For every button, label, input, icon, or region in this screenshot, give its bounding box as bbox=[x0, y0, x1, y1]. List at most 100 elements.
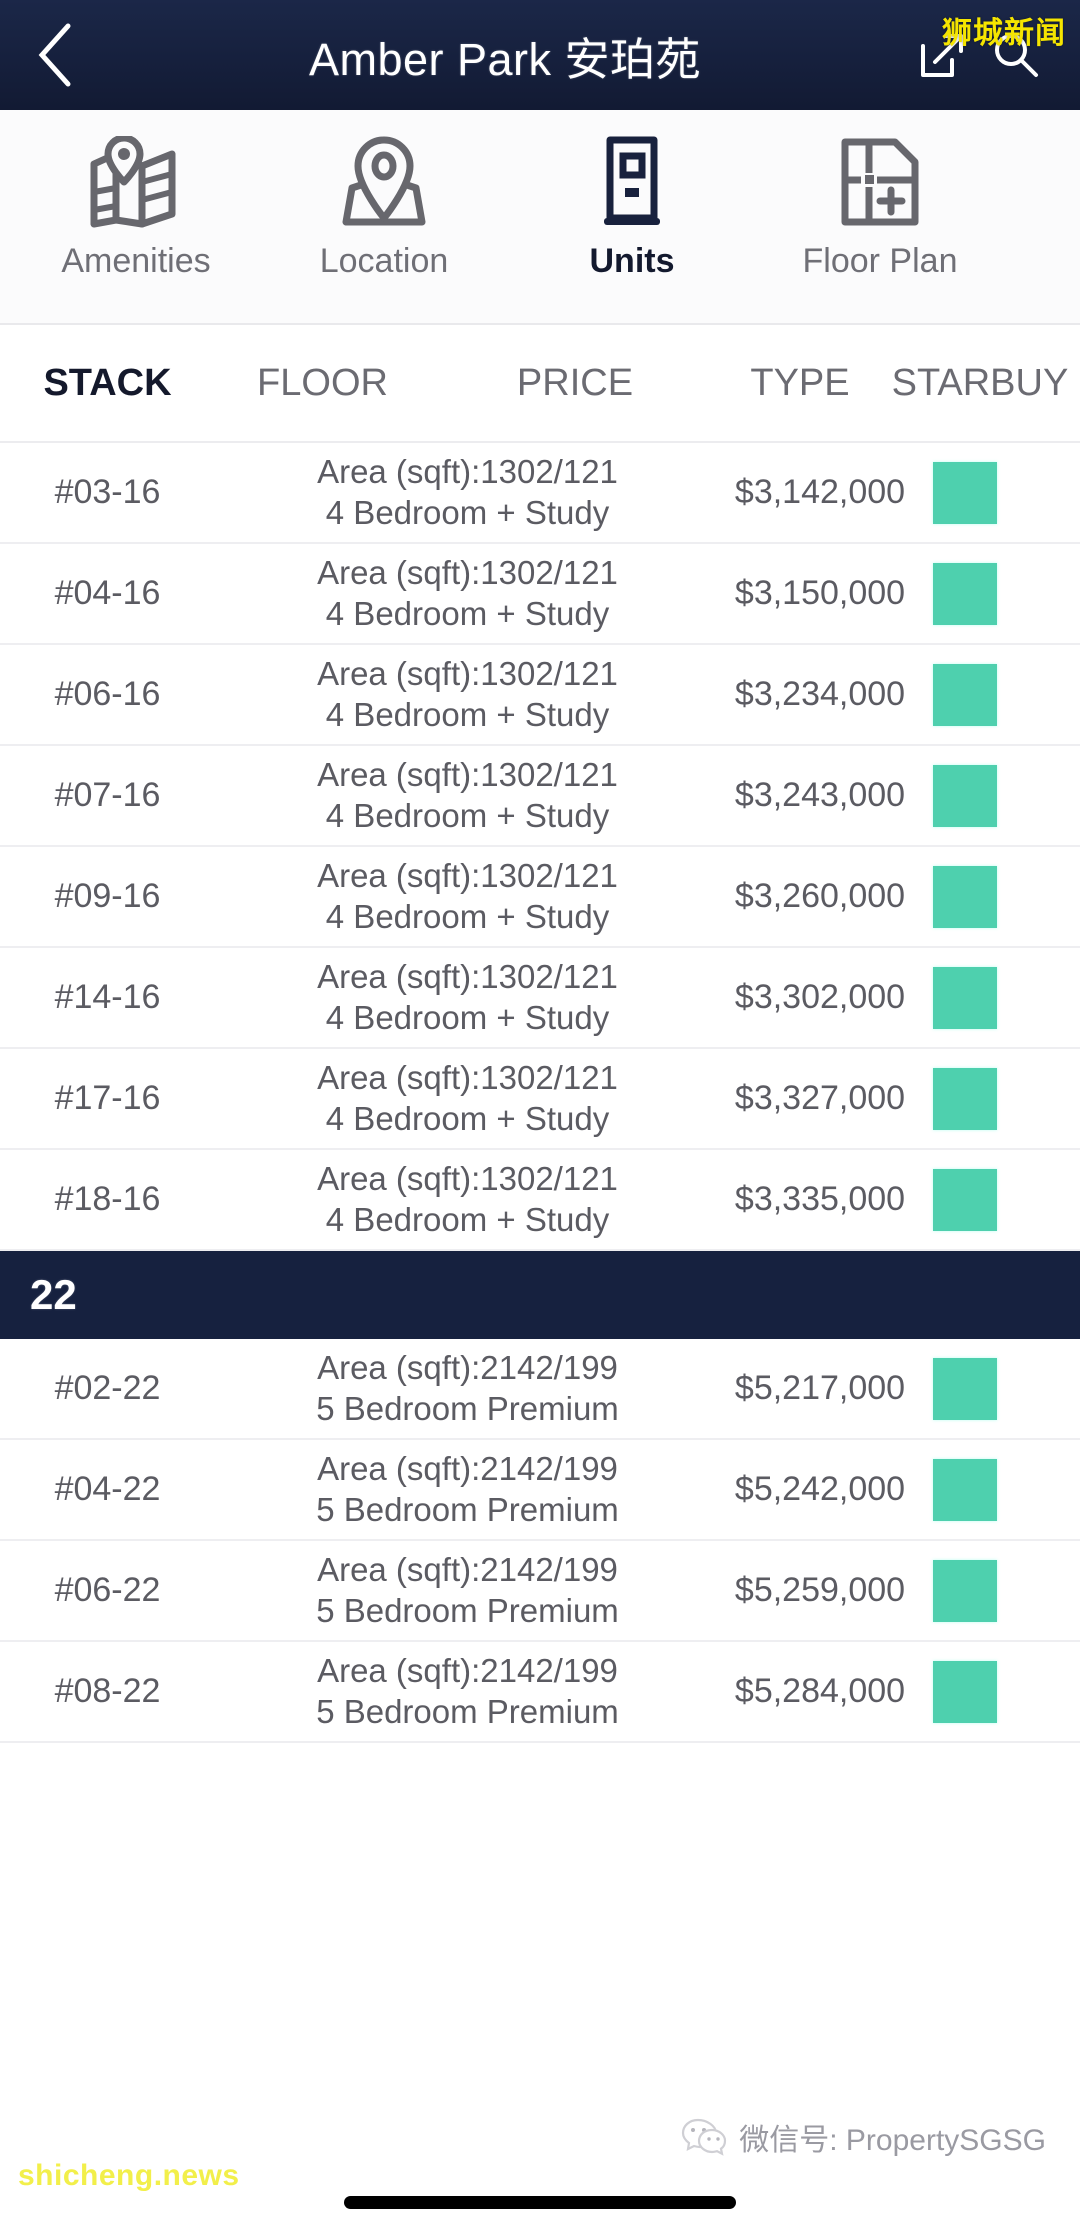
starbuy-swatch[interactable] bbox=[933, 966, 997, 1029]
cell-stack: #06-16 bbox=[54, 675, 161, 713]
floor-plan-icon bbox=[837, 136, 923, 228]
tab-units[interactable]: Units bbox=[508, 110, 756, 281]
starbuy-swatch[interactable] bbox=[933, 562, 997, 625]
cell-type-text: 5 Bedroom Premium bbox=[316, 1591, 619, 1629]
share-external-icon bbox=[921, 34, 963, 77]
starbuy-swatch[interactable] bbox=[933, 764, 997, 827]
cell-floor-area-type: Area (sqft):1302/121 4 Bedroom + Study bbox=[215, 553, 720, 634]
cell-price: $3,142,000 bbox=[734, 473, 906, 511]
cell-floor-area-type: Area (sqft):1302/121 4 Bedroom + Study bbox=[215, 957, 720, 1038]
starbuy-swatch[interactable] bbox=[933, 1559, 997, 1622]
cell-starbuy bbox=[920, 865, 1080, 928]
cell-starbuy bbox=[920, 1357, 1080, 1420]
footer-watermark-wechat: 微信号: PropertySGSG bbox=[681, 2115, 1046, 2159]
table-row[interactable]: #08-22 Area (sqft):2142/199 5 Bedroom Prem… bbox=[0, 1642, 1080, 1743]
cell-stack: #07-16 bbox=[54, 776, 161, 814]
cell-stack: #04-22 bbox=[54, 1470, 161, 1508]
cell-floor-area-type: Area (sqft):1302/121 4 Bedroom + Study bbox=[215, 1159, 720, 1240]
search-icon bbox=[995, 34, 1038, 77]
column-header-type[interactable]: TYPE bbox=[720, 362, 880, 405]
cell-price: $3,302,000 bbox=[734, 978, 906, 1016]
cell-floor-area-type: Area (sqft):2142/199 5 Bedroom Premium bbox=[215, 1449, 720, 1530]
starbuy-swatch[interactable] bbox=[933, 865, 997, 928]
cell-stack: #02-22 bbox=[54, 1369, 161, 1407]
tab-location[interactable]: Location bbox=[260, 110, 508, 281]
tab-amenities-label: Amenities bbox=[61, 242, 211, 280]
cell-starbuy bbox=[920, 1559, 1080, 1622]
tab-site-plan[interactable]: e Plan bbox=[0, 110, 12, 281]
units-table-body: #03-16 Area (sqft):1302/121 4 Bedroom + St… bbox=[0, 443, 1080, 1743]
column-header-price[interactable]: PRICE bbox=[430, 362, 720, 405]
cell-starbuy bbox=[920, 1660, 1080, 1723]
app-header: Amber Park 安珀苑 狮城新闻 bbox=[0, 0, 1080, 110]
cell-price: $5,242,000 bbox=[734, 1470, 906, 1508]
cell-floor-area-type: Area (sqft):1302/121 4 Bedroom + Study bbox=[215, 452, 720, 533]
table-row[interactable]: #06-16 Area (sqft):1302/121 4 Bedroom + St… bbox=[0, 645, 1080, 746]
table-row[interactable]: #18-16 Area (sqft):1302/121 4 Bedroom + St… bbox=[0, 1150, 1080, 1251]
column-header-floor[interactable]: FLOOR bbox=[215, 362, 430, 405]
cell-price: $5,259,000 bbox=[734, 1571, 906, 1609]
cell-stack: #17-16 bbox=[54, 1079, 161, 1117]
table-row[interactable]: #02-22 Area (sqft):2142/199 5 Bedroom Prem… bbox=[0, 1339, 1080, 1440]
header-actions bbox=[916, 29, 1046, 81]
starbuy-swatch[interactable] bbox=[933, 663, 997, 726]
cell-type-text: 4 Bedroom + Study bbox=[325, 594, 610, 632]
units-table-header: STACK FLOOR PRICE TYPE STARBUY bbox=[0, 325, 1080, 443]
cell-stack: #09-16 bbox=[54, 877, 161, 915]
cell-starbuy bbox=[920, 562, 1080, 625]
cell-area-text: Area (sqft):2142/199 bbox=[317, 1349, 618, 1387]
cell-starbuy bbox=[920, 461, 1080, 524]
table-row[interactable]: #04-22 Area (sqft):2142/199 5 Bedroom Prem… bbox=[0, 1440, 1080, 1541]
starbuy-swatch[interactable] bbox=[933, 1357, 997, 1420]
column-header-stack[interactable]: STACK bbox=[0, 362, 215, 405]
table-row[interactable]: #06-22 Area (sqft):2142/199 5 Bedroom Prem… bbox=[0, 1541, 1080, 1642]
starbuy-swatch[interactable] bbox=[933, 461, 997, 524]
location-pin-icon bbox=[336, 136, 432, 228]
cell-type-text: 5 Bedroom Premium bbox=[316, 1389, 619, 1427]
cell-floor-area-type: Area (sqft):1302/121 4 Bedroom + Study bbox=[215, 755, 720, 836]
cell-starbuy bbox=[920, 663, 1080, 726]
cell-floor-area-type: Area (sqft):2142/199 5 Bedroom Premium bbox=[215, 1651, 720, 1732]
tab-amenities[interactable]: Amenities bbox=[12, 110, 260, 281]
cell-type-text: 4 Bedroom + Study bbox=[325, 1200, 610, 1238]
cell-area-text: Area (sqft):1302/121 bbox=[317, 857, 618, 895]
app-screen: Amber Park 安珀苑 狮城新闻 Amenities Location U… bbox=[0, 0, 1080, 2217]
cell-price: $3,150,000 bbox=[734, 574, 906, 612]
tower-unit-icon bbox=[596, 136, 668, 228]
cell-area-text: Area (sqft):1302/121 bbox=[317, 453, 618, 491]
cell-stack: #18-16 bbox=[54, 1180, 161, 1218]
cell-stack: #08-22 bbox=[54, 1672, 161, 1710]
starbuy-swatch[interactable] bbox=[933, 1168, 997, 1231]
table-row[interactable]: #03-16 Area (sqft):1302/121 4 Bedroom + St… bbox=[0, 443, 1080, 544]
cell-price: $5,284,000 bbox=[734, 1672, 906, 1710]
cell-floor-area-type: Area (sqft):1302/121 4 Bedroom + Study bbox=[215, 654, 720, 735]
wechat-icon bbox=[682, 2118, 727, 2156]
column-header-starbuy[interactable]: STARBUY bbox=[880, 362, 1080, 405]
starbuy-swatch[interactable] bbox=[933, 1458, 997, 1521]
tab-units-label: Units bbox=[589, 242, 675, 280]
share-button[interactable] bbox=[916, 29, 968, 81]
cell-price: $3,243,000 bbox=[734, 776, 906, 814]
table-row[interactable]: #09-16 Area (sqft):1302/121 4 Bedroom + St… bbox=[0, 847, 1080, 948]
cell-starbuy bbox=[920, 1458, 1080, 1521]
table-row[interactable]: #14-16 Area (sqft):1302/121 4 Bedroom + St… bbox=[0, 948, 1080, 1049]
cell-price: $3,260,000 bbox=[734, 877, 906, 915]
cell-type-text: 4 Bedroom + Study bbox=[325, 998, 610, 1036]
table-row[interactable]: #07-16 Area (sqft):1302/121 4 Bedroom + St… bbox=[0, 746, 1080, 847]
cell-area-text: Area (sqft):1302/121 bbox=[317, 958, 618, 996]
cell-price: $3,327,000 bbox=[734, 1079, 906, 1117]
home-indicator[interactable] bbox=[344, 2196, 736, 2209]
starbuy-swatch[interactable] bbox=[933, 1067, 997, 1130]
map-pin-fold-icon bbox=[86, 136, 186, 228]
search-button[interactable] bbox=[990, 29, 1042, 81]
starbuy-swatch[interactable] bbox=[933, 1660, 997, 1723]
table-row[interactable]: #04-16 Area (sqft):1302/121 4 Bedroom + St… bbox=[0, 544, 1080, 645]
cell-area-text: Area (sqft):2142/199 bbox=[317, 1450, 618, 1488]
table-row[interactable]: #17-16 Area (sqft):1302/121 4 Bedroom + St… bbox=[0, 1049, 1080, 1150]
cell-price: $5,217,000 bbox=[734, 1369, 906, 1407]
cell-type-text: 5 Bedroom Premium bbox=[316, 1692, 619, 1730]
cell-floor-area-type: Area (sqft):2142/199 5 Bedroom Premium bbox=[215, 1550, 720, 1631]
cell-area-text: Area (sqft):1302/121 bbox=[317, 655, 618, 693]
tab-floor-plan[interactable]: Floor Plan bbox=[756, 110, 1004, 281]
tab-floor-plan-label: Floor Plan bbox=[802, 242, 958, 280]
